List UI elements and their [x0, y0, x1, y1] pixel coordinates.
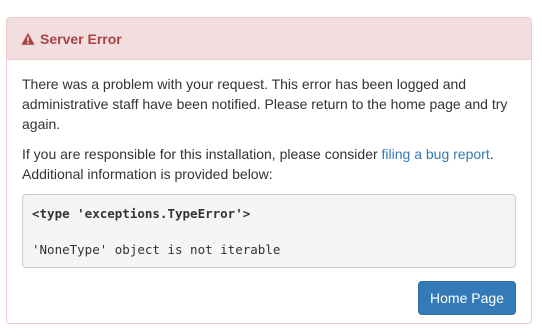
panel-heading: Server Error [7, 18, 531, 60]
panel-body: There was a problem with your request. T… [7, 60, 531, 268]
warning-triangle-icon [21, 32, 35, 45]
note-text-before: If you are responsible for this installa… [22, 146, 382, 162]
exception-type: <type 'exceptions.TypeError'> [32, 206, 251, 221]
exception-message: 'NoneType' object is not iterable [32, 242, 281, 257]
responsibility-note: If you are responsible for this installa… [22, 144, 516, 184]
panel-title: Server Error [40, 30, 122, 47]
bug-report-link[interactable]: filing a bug report [382, 146, 490, 162]
error-description: There was a problem with your request. T… [22, 76, 508, 132]
home-page-button[interactable]: Home Page [418, 281, 516, 315]
server-error-panel: Server Error There was a problem with yo… [6, 17, 532, 324]
error-details-block: <type 'exceptions.TypeError'> 'NoneType'… [22, 194, 516, 268]
